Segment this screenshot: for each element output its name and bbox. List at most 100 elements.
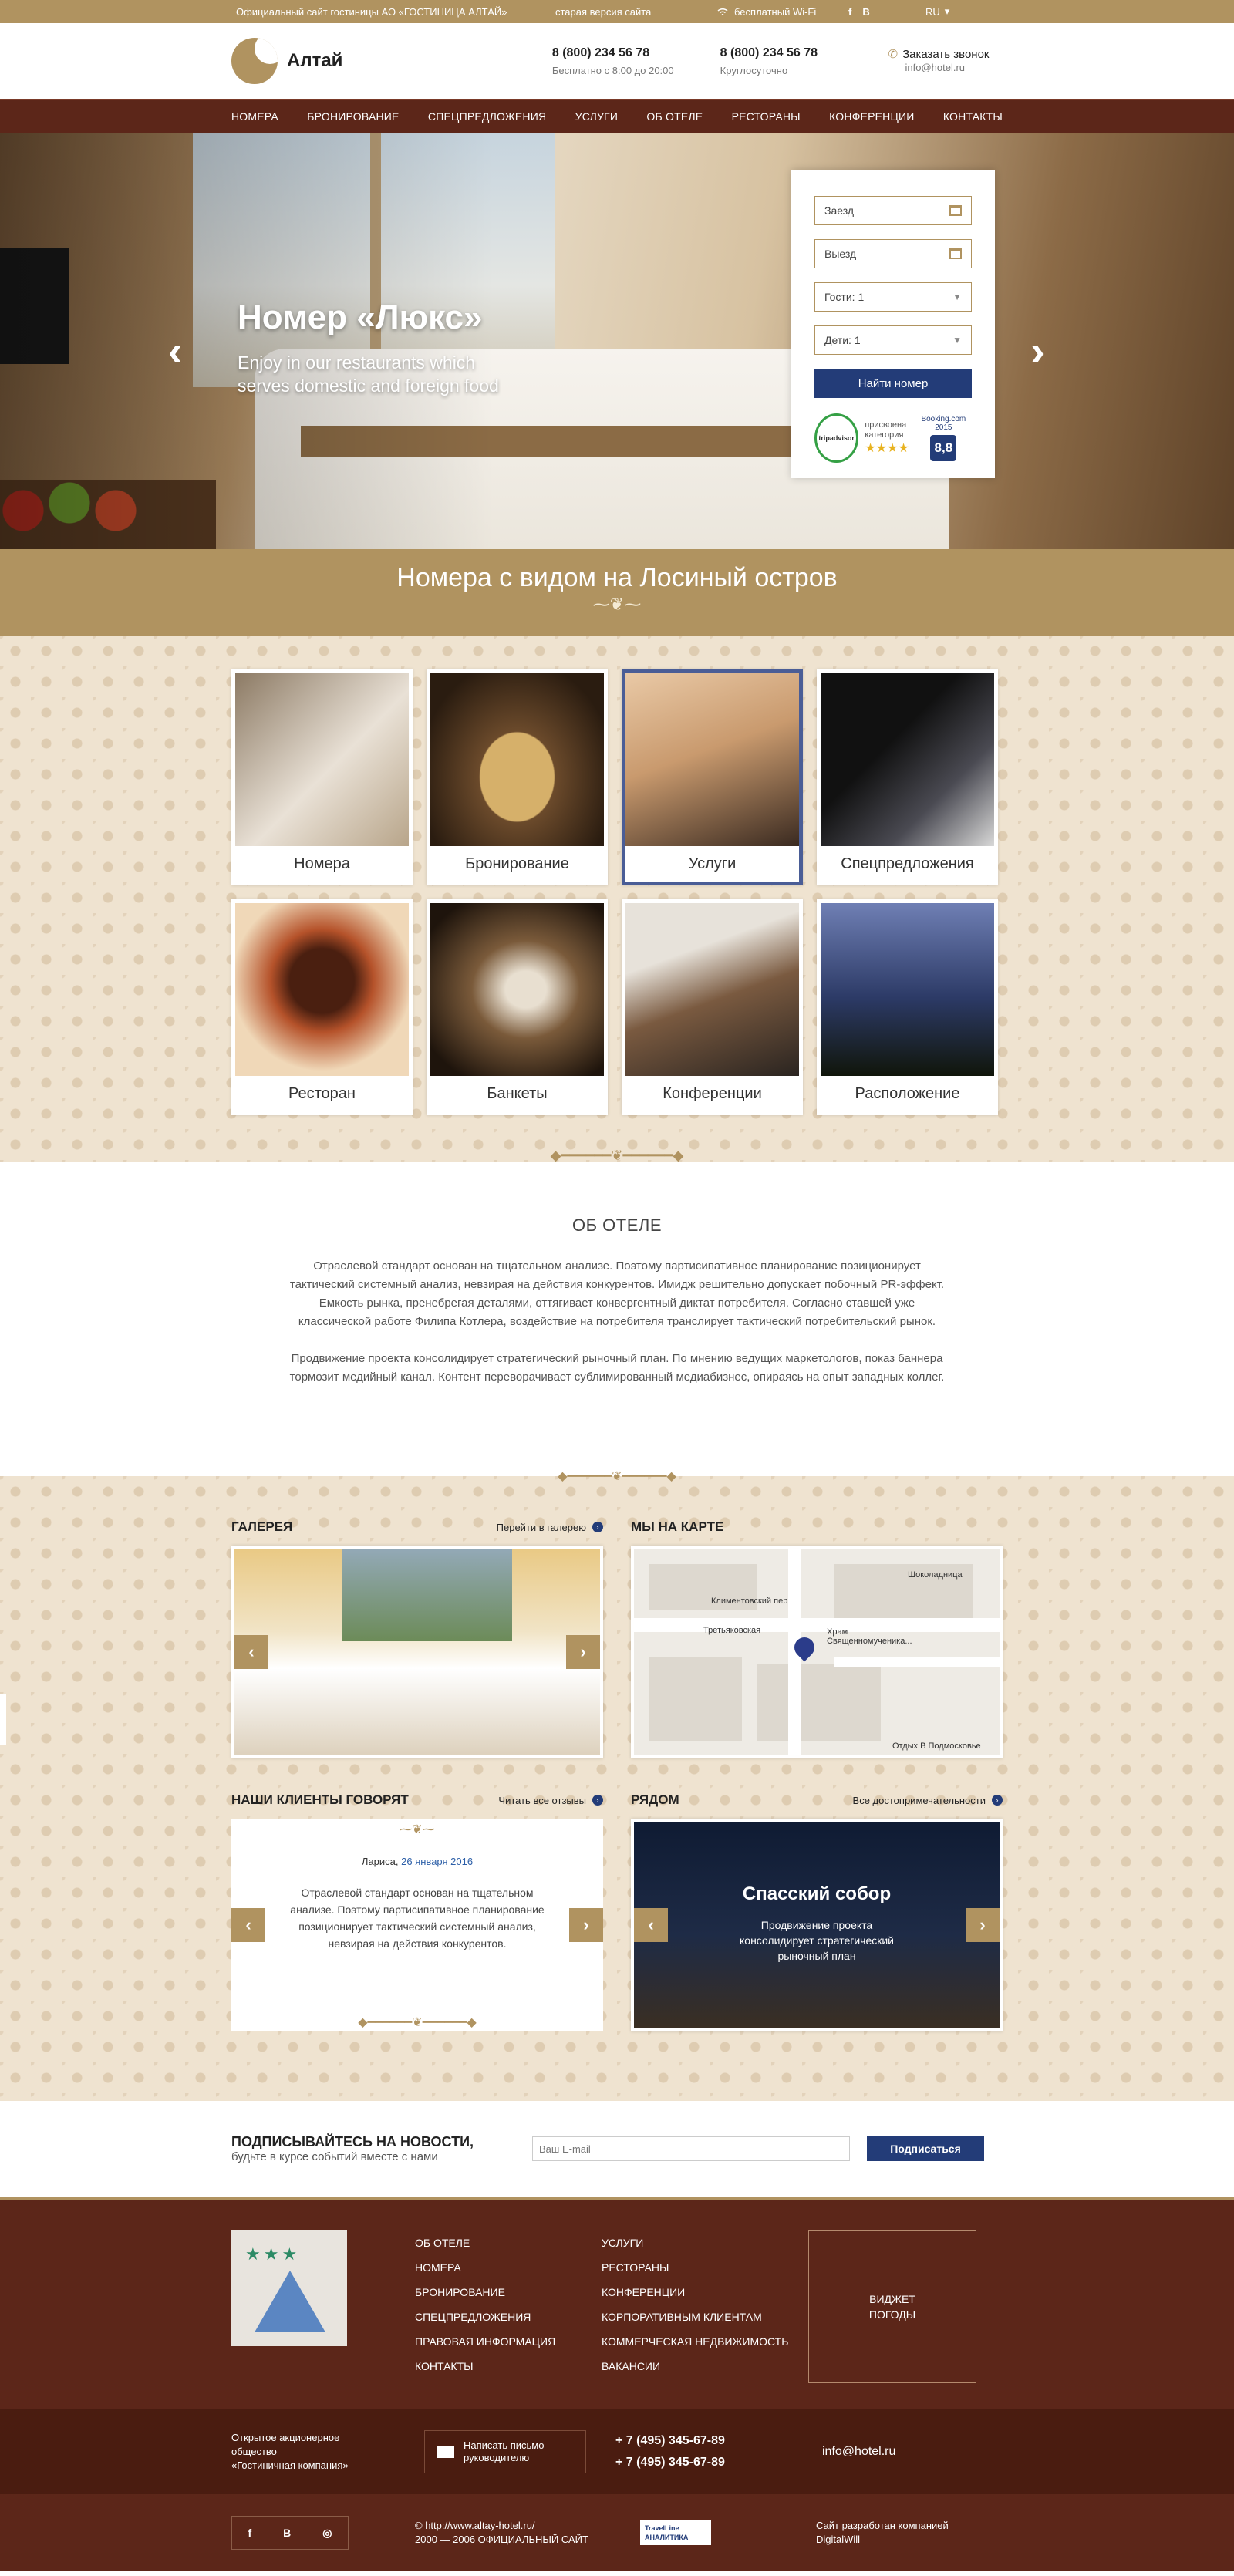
footer-link[interactable]: НОМЕРА: [415, 2255, 602, 2280]
language-selector[interactable]: RU ▾: [926, 5, 949, 18]
phone-number[interactable]: 8 (800) 234 56 78: [552, 46, 720, 60]
footer-email[interactable]: info@hotel.ru: [822, 2445, 895, 2459]
vk-icon[interactable]: B: [862, 6, 869, 18]
old-version-link[interactable]: старая версия сайта: [555, 6, 717, 18]
travelline-badge[interactable]: TravelLine АНАЛИТИКА: [640, 2520, 816, 2545]
tile-label: Банкеты: [487, 1084, 548, 1102]
footer-phone[interactable]: + 7 (495) 345-67-89: [615, 2452, 822, 2473]
nav-item-booking[interactable]: БРОНИРОВАНИЕ: [307, 110, 399, 123]
tile-image: [235, 903, 409, 1076]
nav-item-rooms[interactable]: НОМЕРА: [231, 110, 278, 123]
checkin-label: Заезд: [824, 204, 855, 217]
gallery-title: ГАЛЕРЕЯ: [231, 1519, 293, 1534]
slider-prev-arrow-icon[interactable]: ‹: [168, 329, 183, 373]
about-section: ОБ ОТЕЛЕ Отраслевой стандарт основан на …: [0, 1162, 1234, 1476]
nearby-caption: Спасский собор Продвижение проекта консо…: [634, 1883, 1000, 1964]
developer-credit: Сайт разработан компанией DigitalWill: [816, 2519, 949, 2547]
header-email[interactable]: info@hotel.ru: [888, 62, 966, 73]
email-input[interactable]: [532, 2136, 850, 2161]
nav-item-conferences[interactable]: КОНФЕРЕНЦИИ: [829, 110, 914, 123]
booking-score: 8,8: [930, 435, 957, 461]
write-director-button[interactable]: Написать письмо руководителю: [424, 2430, 586, 2473]
tile-label: Конференции: [663, 1084, 762, 1102]
review-prev-icon[interactable]: ‹: [231, 1908, 265, 1942]
instagram-icon[interactable]: ◎: [322, 2527, 332, 2540]
guests-select[interactable]: Гости: 1 ▼: [814, 282, 972, 312]
footer-link[interactable]: КОНФЕРЕНЦИИ: [602, 2280, 808, 2305]
footer-link[interactable]: КОНТАКТЫ: [415, 2354, 602, 2379]
map[interactable]: Шоколадница Климентовский пер Третьяковс…: [631, 1546, 1003, 1758]
top-social: f B: [848, 6, 926, 18]
reviews-title: НАШИ КЛИЕНТЫ ГОВОРЯТ: [231, 1792, 409, 1807]
hero-subtitle-line-2: serves domestic and foreign food: [238, 376, 499, 396]
map-title: МЫ НА КАРТЕ: [631, 1519, 724, 1534]
footer-link[interactable]: УСЛУГИ: [602, 2230, 808, 2255]
logo[interactable]: Алтай: [231, 38, 552, 84]
facebook-icon[interactable]: f: [848, 6, 851, 18]
subscribe-button[interactable]: Подписаться: [867, 2136, 984, 2161]
ornament-icon: ⁓❦⁓: [592, 595, 642, 614]
nearby-next-icon[interactable]: ›: [966, 1908, 1000, 1942]
footer-link[interactable]: ПРАВОВАЯ ИНФОРМАЦИЯ: [415, 2329, 602, 2354]
about-paragraph-2: Продвижение проекта консолидирует страте…: [289, 1352, 945, 1384]
nearby-prev-icon[interactable]: ‹: [634, 1908, 668, 1942]
footer-phone[interactable]: + 7 (495) 345-67-89: [615, 2430, 822, 2452]
phone-number[interactable]: 8 (800) 234 56 78: [720, 46, 888, 60]
footer-link[interactable]: ВАКАНСИИ: [602, 2354, 808, 2379]
footer-link[interactable]: КОРПОРАТИВНЫМ КЛИЕНТАМ: [602, 2305, 808, 2329]
tile-services[interactable]: Услуги: [622, 669, 803, 885]
side-tab[interactable]: [0, 1694, 6, 1745]
tile-image: [821, 903, 994, 1076]
wifi-label: бесплатный Wi-Fi: [734, 5, 817, 18]
tile-restaurant[interactable]: Ресторан: [231, 899, 413, 1115]
footer-link[interactable]: ОБ ОТЕЛЕ: [415, 2230, 602, 2255]
vk-icon[interactable]: B: [283, 2527, 291, 2539]
tile-rooms[interactable]: Номера: [231, 669, 413, 885]
checkout-field[interactable]: Выезд: [814, 239, 972, 268]
children-select[interactable]: Дети: 1 ▼: [814, 325, 972, 355]
widget-line-1: ВИДЖЕТ: [869, 2293, 915, 2305]
tile-offers[interactable]: Спецпредложения: [817, 669, 998, 885]
callback-button[interactable]: ✆ Заказать звонок: [888, 47, 1003, 62]
category-line-1: присвоена: [865, 420, 907, 430]
review-next-icon[interactable]: ›: [569, 1908, 603, 1942]
ornament-icon: ⁓❦⁓: [400, 1823, 435, 1836]
calendar-icon: [949, 248, 962, 259]
reviews-link[interactable]: Читать все отзывы ›: [498, 1795, 603, 1806]
tile-location[interactable]: Расположение: [817, 899, 998, 1115]
find-room-button[interactable]: Найти номер: [814, 369, 972, 398]
nav-item-about[interactable]: ОБ ОТЕЛЕ: [646, 110, 703, 123]
nav-item-offers[interactable]: СПЕЦПРЕДЛОЖЕНИЯ: [428, 110, 546, 123]
gallery-next-icon[interactable]: ›: [566, 1635, 600, 1669]
top-bar: Официальный сайт гостиницы АО «ГОСТИНИЦА…: [0, 0, 1234, 23]
nav-item-contacts[interactable]: КОНТАКТЫ: [943, 110, 1003, 123]
tile-banquets[interactable]: Банкеты: [427, 899, 608, 1115]
tile-booking[interactable]: Бронирование: [427, 669, 608, 885]
review-author: Лариса, 26 января 2016: [285, 1856, 549, 1867]
footer-link[interactable]: СПЕЦПРЕДЛОЖЕНИЯ: [415, 2305, 602, 2329]
facebook-icon[interactable]: f: [248, 2527, 251, 2539]
tile-label: Спецпредложения: [841, 855, 974, 872]
nav-item-services[interactable]: УСЛУГИ: [575, 110, 618, 123]
nav-item-restaurants[interactable]: РЕСТОРАНЫ: [732, 110, 801, 123]
footer-logo[interactable]: ★★★: [231, 2230, 347, 2346]
tile-image: [235, 673, 409, 846]
hero-slider: ‹ › Номер «Люкс» Enjoy in our restaurant…: [0, 133, 1234, 549]
checkin-field[interactable]: Заезд: [814, 196, 972, 225]
footer-link[interactable]: РЕСТОРАНЫ: [602, 2255, 808, 2280]
org-line: общество: [231, 2446, 277, 2457]
copyright: © http://www.altay-hotel.ru/ 2000 — 2006…: [415, 2519, 640, 2547]
booking-com-badge: Booking.com 2015 8,8: [915, 415, 972, 461]
tile-conferences[interactable]: Конференции: [622, 899, 803, 1115]
nearby-block: РЯДОМ Все достопримечательности › Спасски…: [631, 1788, 1003, 2031]
footer-link[interactable]: БРОНИРОВАНИЕ: [415, 2280, 602, 2305]
nearby-link[interactable]: Все достопримечательности ›: [853, 1795, 1003, 1806]
footer-link[interactable]: КОММЕРЧЕСКАЯ НЕДВИЖИМОСТЬ: [602, 2329, 808, 2354]
gallery-prev-icon[interactable]: ‹: [234, 1635, 268, 1669]
slider-next-arrow-icon[interactable]: ›: [1030, 329, 1045, 373]
subscribe-title: ПОДПИСЫВАЙТЕСЬ НА НОВОСТИ,: [231, 2133, 474, 2149]
gallery-link[interactable]: Перейти в галерею ›: [497, 1522, 603, 1533]
gallery-image: ‹ ›: [231, 1546, 603, 1758]
phone-note: Бесплатно с 8:00 до 20:00: [551, 64, 674, 76]
developer-link[interactable]: DigitalWill: [816, 2534, 860, 2545]
